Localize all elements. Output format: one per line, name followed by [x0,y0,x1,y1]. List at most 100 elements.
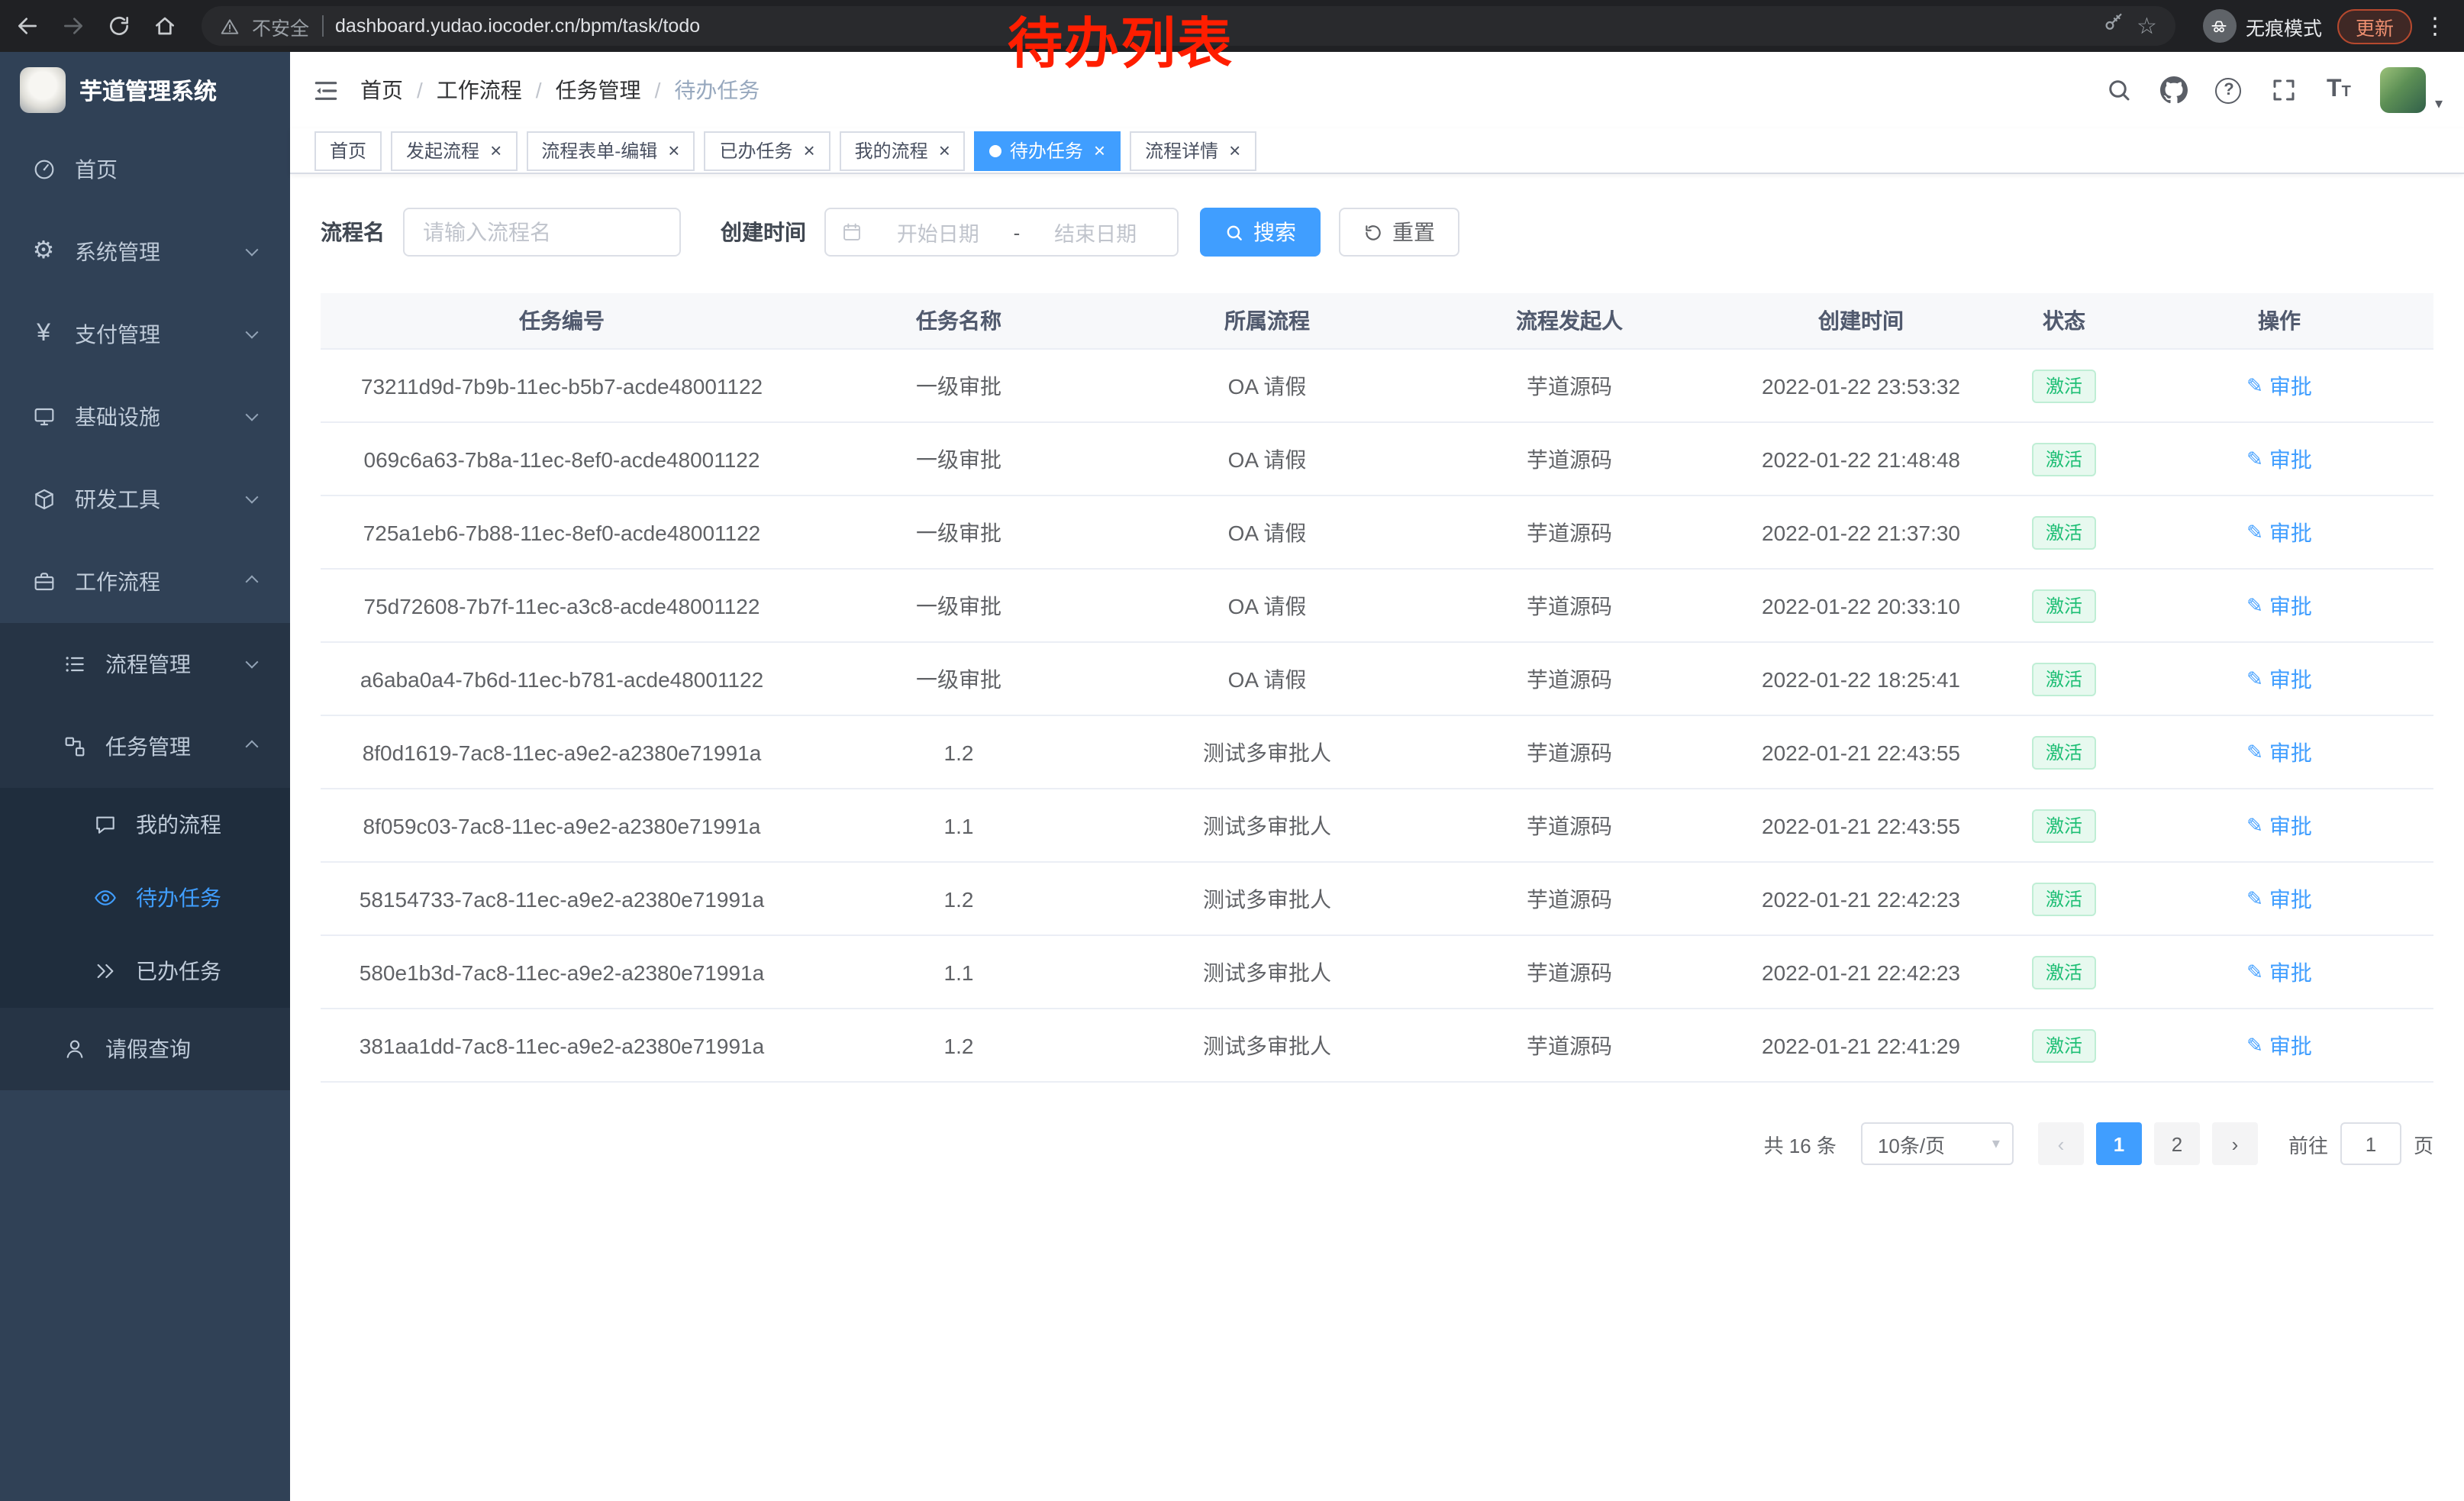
help-icon[interactable]: ? [2203,52,2255,128]
goto-page-input[interactable] [2340,1122,2401,1165]
approve-link[interactable]: ✎审批 [2246,810,2312,841]
sidebar-item-system[interactable]: ⚙ 系统管理 [0,211,290,293]
breadcrumb-item[interactable]: 工作流程 [437,75,522,105]
tab-close-icon[interactable]: × [490,140,502,160]
starter-cell: 芋道源码 [1420,863,1719,934]
task-id-cell: 725a1eb6-7b88-11ec-8ef0-acde48001122 [321,496,803,568]
forward-icon[interactable] [52,5,95,47]
range-separator: - [1014,221,1021,244]
sidebar-item-my-process[interactable]: 我的流程 [0,788,290,861]
table-row: 381aa1dd-7ac8-11ec-a9e2-a2380e71991a 1.2… [321,1009,2433,1083]
approve-link[interactable]: ✎审批 [2246,517,2312,547]
task-name-cell: 1.2 [803,716,1114,788]
refresh-icon[interactable] [98,5,140,47]
fullscreen-icon[interactable] [2258,52,2310,128]
sidebar-item-workflow[interactable]: 工作流程 [0,541,290,623]
password-key-icon[interactable] [2101,11,2124,41]
tags-view: 首页 发起流程 × 流程表单-编辑 × [290,128,2464,174]
task-id-cell: 75d72608-7b7f-11ec-a3c8-acde48001122 [321,570,803,641]
page-number-button[interactable]: 2 [2154,1122,2200,1165]
approve-link[interactable]: ✎审批 [2246,663,2312,694]
approve-link[interactable]: ✎审批 [2246,1030,2312,1060]
page-size-select[interactable]: 10条/页 ▾ [1861,1122,2014,1165]
column-header: 操作 [2125,293,2433,348]
tab-label: 我的流程 [855,137,928,163]
task-id-cell: 8f059c03-7ac8-11ec-a9e2-a2380e71991a [321,789,803,861]
process-cell: OA 请假 [1114,570,1420,641]
dropdown-caret-icon[interactable]: ▾ [2435,96,2443,128]
tab-label: 发起流程 [406,137,479,163]
tab-close-icon[interactable]: × [668,140,679,160]
start-date-placeholder: 开始日期 [872,217,1005,247]
date-range-picker[interactable]: 开始日期 - 结束日期 [824,208,1179,257]
table-row: 58154733-7ac8-11ec-a9e2-a2380e71991a 1.2… [321,863,2433,936]
column-header: 任务名称 [803,293,1114,348]
omnibox-separator [321,15,323,37]
github-icon[interactable] [2148,52,2200,128]
back-icon[interactable] [6,5,49,47]
sidebar-menu: 首页 ⚙ 系统管理 ¥ 支付管理 基础设施 [0,128,290,1501]
home-icon[interactable] [144,5,186,47]
approve-link[interactable]: ✎审批 [2246,883,2312,914]
search-button[interactable]: 搜索 [1200,208,1321,257]
calendar-icon [841,221,863,243]
tab-close-icon[interactable]: × [1229,140,1240,160]
address-bar[interactable]: 不安全 dashboard.yudao.iocoder.cn/bpm/task/… [202,6,2175,46]
sidebar-item-done-tasks[interactable]: 已办任务 [0,934,290,1008]
search-icon[interactable] [2093,52,2145,128]
sidebar-item-devtools[interactable]: 研发工具 [0,458,290,541]
tab[interactable]: 流程表单-编辑 × [526,131,695,170]
approve-link[interactable]: ✎审批 [2246,444,2312,474]
bookmark-star-icon[interactable]: ☆ [2137,15,2157,37]
sidebar-item-todo-tasks[interactable]: 待办任务 [0,861,290,934]
breadcrumb-item-current: 待办任务 [674,75,760,105]
sidebar-item-label: 支付管理 [75,319,160,350]
sidebar-item-home[interactable]: 首页 [0,128,290,211]
sidebar-fold-icon[interactable] [290,52,360,128]
page-suffix: 页 [2414,1129,2433,1158]
sidebar-item-leave-query[interactable]: 请假查询 [0,1008,290,1090]
goto-label: 前往 [2288,1129,2328,1158]
created-time-cell: 2022-01-21 22:42:23 [1719,863,2003,934]
sidebar-item-process-management[interactable]: 流程管理 [0,623,290,705]
tab-close-icon[interactable]: × [939,140,950,160]
tab[interactable]: 流程详情 × [1130,131,1256,170]
app-navbar: 首页 / 工作流程 / 任务管理 / 待办任务 ? [290,52,2464,128]
avatar[interactable] [2380,67,2426,113]
tab-close-icon[interactable]: × [803,140,814,160]
sidebar-item-label: 流程管理 [105,649,191,679]
next-page-button[interactable]: › [2212,1122,2258,1165]
tab[interactable]: 首页 [314,131,382,170]
breadcrumb-item[interactable]: 首页 [360,75,403,105]
approve-link[interactable]: ✎审批 [2246,957,2312,987]
process-name-label: 流程名 [321,217,385,247]
approve-link[interactable]: ✎审批 [2246,590,2312,621]
tab[interactable]: 已办任务 × [704,131,830,170]
sidebar-item-label: 系统管理 [75,237,160,267]
tab[interactable]: 待办任务 × [975,131,1121,170]
browser-menu-icon[interactable]: ⋮ [2421,12,2449,40]
process-cell: 测试多审批人 [1114,936,1420,1008]
approve-link[interactable]: ✎审批 [2246,370,2312,401]
column-header: 任务编号 [321,293,803,348]
sidebar-item-payment[interactable]: ¥ 支付管理 [0,293,290,376]
breadcrumb-item[interactable]: 任务管理 [556,75,641,105]
process-name-input[interactable] [403,208,681,257]
search-icon [1224,222,1244,242]
page-number-button[interactable]: 1 [2096,1122,2142,1165]
edit-icon: ✎ [2246,449,2263,469]
sidebar-item-infrastructure[interactable]: 基础设施 [0,376,290,458]
tab[interactable]: 发起流程 × [391,131,517,170]
update-button[interactable]: 更新 [2337,8,2412,44]
starter-cell: 芋道源码 [1420,423,1719,495]
browser-toolbar: 不安全 dashboard.yudao.iocoder.cn/bpm/task/… [0,0,2464,52]
app-logo[interactable]: 芋道管理系统 [0,52,290,128]
prev-page-button[interactable]: ‹ [2038,1122,2084,1165]
starter-cell: 芋道源码 [1420,936,1719,1008]
tab-close-icon[interactable]: × [1094,140,1105,160]
sidebar-item-task-management[interactable]: 任务管理 [0,705,290,788]
approve-link[interactable]: ✎审批 [2246,737,2312,767]
tab[interactable]: 我的流程 × [840,131,966,170]
font-size-icon[interactable]: TT [2313,52,2365,128]
reset-button[interactable]: 重置 [1339,208,1459,257]
